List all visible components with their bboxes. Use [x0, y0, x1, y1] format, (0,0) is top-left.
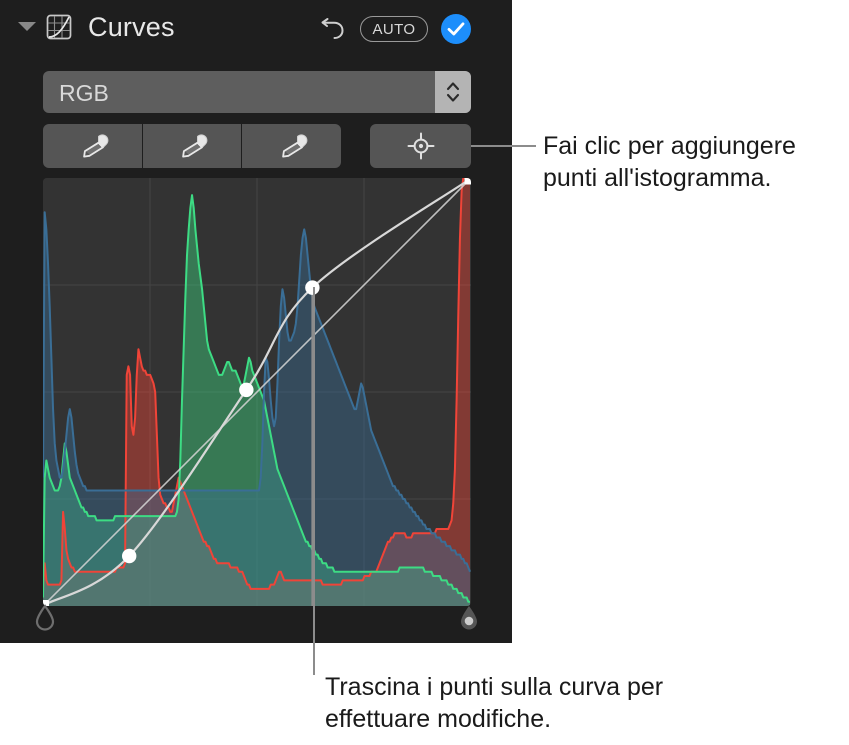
callout-add-points-text: Fai clic per aggiungere punti all'istogr… — [543, 132, 796, 192]
callout-drag-points-text: Trascina i punti sulla curva per effettu… — [325, 673, 664, 733]
eyedropper-gray-point-button[interactable] — [143, 124, 241, 168]
curves-icon — [45, 13, 73, 41]
channel-select[interactable]: RGB — [43, 71, 471, 113]
curves-histogram-graph[interactable] — [43, 178, 471, 606]
callout-leader-line-top — [471, 145, 536, 147]
eyedropper-white-point-button[interactable] — [242, 124, 341, 168]
curves-panel: Curves AUTO RGB — [0, 0, 512, 643]
eyedropper-black-point-button[interactable] — [43, 124, 142, 168]
auto-button[interactable]: AUTO — [360, 16, 428, 42]
stepper-arrows-icon[interactable] — [435, 71, 471, 113]
panel-header: Curves AUTO — [0, 0, 512, 60]
apply-toggle-button[interactable] — [441, 14, 471, 44]
page-title: Curves — [88, 12, 175, 42]
callout-leader-line-bottom — [313, 287, 315, 675]
white-point-droplet-handle[interactable] — [458, 604, 480, 632]
channel-select-value: RGB — [59, 80, 109, 106]
reset-icon[interactable] — [318, 14, 348, 44]
histogram-plot — [43, 178, 471, 606]
black-point-droplet-handle[interactable] — [34, 604, 56, 632]
disclosure-triangle-icon[interactable] — [18, 22, 36, 31]
add-points-crosshair-icon[interactable] — [370, 124, 471, 168]
